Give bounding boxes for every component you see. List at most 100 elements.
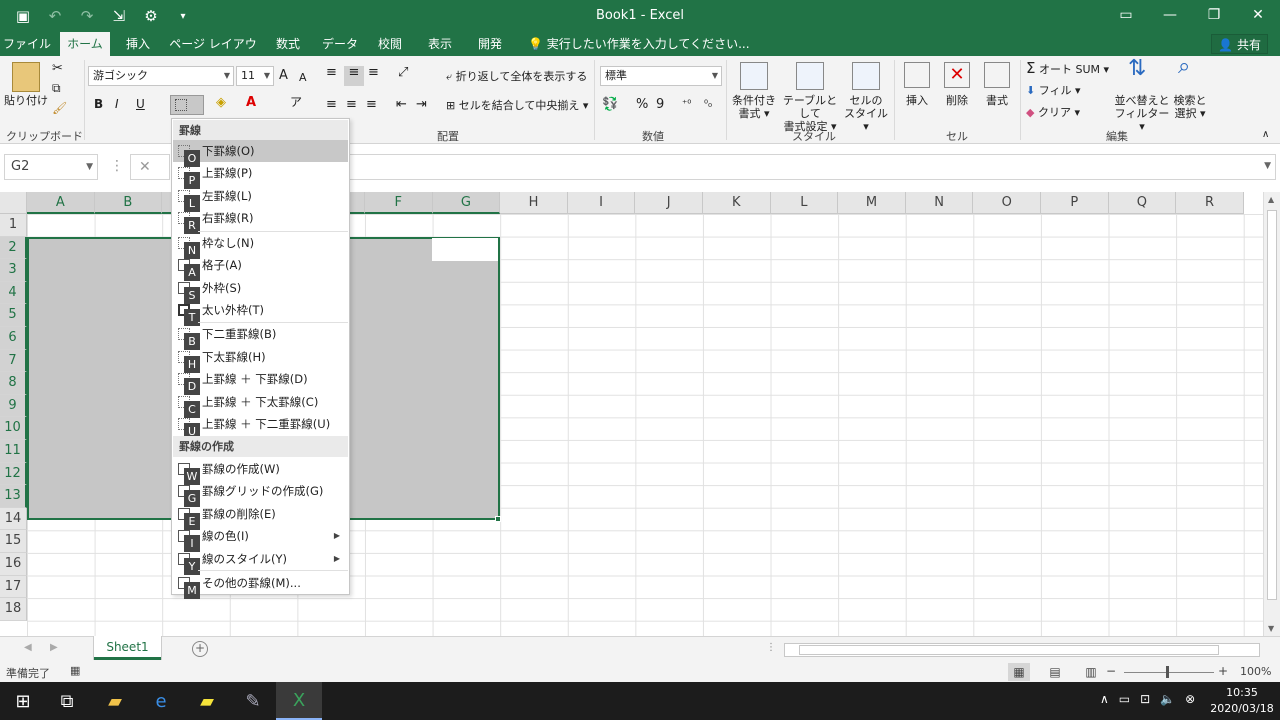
row-header-8[interactable]: 8	[0, 372, 27, 395]
edge-browser-icon[interactable]: e	[138, 682, 184, 720]
column-header-n[interactable]: N	[905, 192, 974, 214]
column-header-q[interactable]: Q	[1108, 192, 1177, 214]
tab-developer[interactable]: 開発	[470, 32, 510, 56]
horizontal-scrollbar[interactable]	[784, 643, 1260, 657]
close-icon[interactable]: ✕	[1236, 0, 1280, 30]
tab-view[interactable]: 表示	[420, 32, 460, 56]
add-sheet-button[interactable]: +	[192, 641, 208, 657]
orientation-icon[interactable]: ⤢	[398, 66, 408, 79]
horizontal-scroll-thumb[interactable]	[799, 645, 1219, 655]
font-grow-button[interactable]: A	[279, 69, 288, 82]
page-break-view-icon[interactable]: ▥	[1080, 663, 1102, 681]
underline-button[interactable]: U	[136, 98, 145, 111]
row-header-9[interactable]: 9	[0, 394, 27, 418]
align-middle-icon[interactable]: ≡	[344, 66, 364, 86]
align-bottom-icon[interactable]: ≡	[368, 66, 379, 79]
conditional-format-icon[interactable]	[740, 62, 768, 90]
volume-icon[interactable]: 🔈	[1160, 692, 1175, 706]
battery-icon[interactable]: ▭	[1119, 692, 1130, 706]
row-header-13[interactable]: 13	[0, 485, 27, 508]
sheet-tab[interactable]: Sheet1	[94, 636, 161, 660]
align-right-icon[interactable]: ≡	[366, 98, 377, 111]
scroll-thumb[interactable]	[1267, 210, 1277, 600]
row-header-17[interactable]: 17	[0, 575, 27, 599]
system-clock[interactable]: 10:35 2020/03/18	[1210, 685, 1274, 717]
ribbon-display-icon[interactable]: ▭	[1104, 0, 1148, 30]
copy-icon[interactable]: ⧉	[52, 82, 61, 95]
cut-icon[interactable]: ✂	[52, 62, 63, 75]
tab-page-layout[interactable]: ページ レイアウト	[168, 32, 258, 75]
currency-icon[interactable]: 💱	[602, 98, 618, 111]
percent-button[interactable]: %	[636, 98, 648, 111]
notification-off-icon[interactable]: ⊗	[1185, 692, 1195, 706]
font-color-icon[interactable]: A	[246, 96, 256, 109]
select-all-corner[interactable]	[0, 192, 27, 214]
tab-review[interactable]: 校閲	[370, 32, 410, 56]
paint-icon[interactable]: ✎	[230, 682, 276, 720]
row-header-7[interactable]: 7	[0, 349, 27, 373]
delete-cells-button[interactable]: 削除	[940, 94, 974, 107]
active-cell[interactable]	[432, 238, 498, 261]
share-button[interactable]: 👤 共有	[1211, 34, 1268, 54]
column-header-j[interactable]: J	[635, 192, 703, 214]
normal-view-icon[interactable]: ▦	[1008, 663, 1030, 681]
prev-sheet-icon[interactable]: ◀	[24, 642, 32, 653]
formula-input[interactable]: ▼	[348, 154, 1276, 180]
autosum-button[interactable]: Σ オート SUM ▾	[1026, 61, 1109, 77]
indent-increase-icon[interactable]: ⇥	[416, 98, 427, 111]
clear-button[interactable]: ◆ クリア ▾	[1026, 106, 1080, 119]
file-explorer-icon[interactable]: ▰	[92, 682, 138, 720]
sticky-notes-icon[interactable]: ▰	[184, 682, 230, 720]
zoom-in-icon[interactable]: +	[1218, 664, 1228, 678]
row-header-4[interactable]: 4	[0, 281, 27, 305]
scroll-down-icon[interactable]: ▼	[1268, 624, 1274, 633]
row-header-16[interactable]: 16	[0, 553, 27, 576]
expand-formula-icon[interactable]: ▼	[1264, 161, 1271, 171]
cell-styles-icon[interactable]	[852, 62, 880, 90]
wrap-text-button[interactable]: ⤶ 折り返して全体を表示する	[446, 70, 587, 83]
row-header-10[interactable]: 10	[0, 417, 27, 440]
scroll-up-icon[interactable]: ▲	[1268, 195, 1274, 204]
column-header-a[interactable]: A	[27, 192, 95, 214]
fill-color-icon[interactable]: ◈	[216, 96, 226, 109]
italic-button[interactable]: I	[115, 98, 119, 111]
tab-home[interactable]: ホーム	[60, 32, 110, 56]
increase-decimal-icon[interactable]: ⁺⁰	[682, 98, 691, 111]
row-header-14[interactable]: 14	[0, 507, 27, 531]
fill-button[interactable]: ⬇ フィル ▾	[1026, 84, 1081, 97]
row-header-15[interactable]: 15	[0, 530, 27, 553]
column-header-b[interactable]: B	[94, 192, 163, 214]
delete-cells-icon[interactable]: ✕	[944, 62, 970, 88]
tab-data[interactable]: データ	[318, 32, 362, 56]
column-header-k[interactable]: K	[703, 192, 771, 214]
row-header-2[interactable]: 2	[0, 236, 27, 260]
font-name-select[interactable]: 游ゴシック ▼	[88, 66, 234, 86]
row-header-18[interactable]: 18	[0, 598, 27, 621]
row-header-12[interactable]: 12	[0, 462, 27, 486]
row-header-5[interactable]: 5	[0, 304, 27, 327]
network-icon[interactable]: ⊡	[1140, 692, 1150, 706]
column-header-f[interactable]: F	[365, 192, 433, 214]
format-painter-icon[interactable]: 🖌	[52, 102, 67, 115]
row-header-6[interactable]: 6	[0, 327, 27, 350]
column-header-i[interactable]: I	[567, 192, 636, 214]
tab-formulas[interactable]: 数式	[266, 32, 310, 56]
align-center-icon[interactable]: ≡	[346, 98, 357, 111]
format-cells-icon[interactable]	[984, 62, 1010, 88]
column-header-l[interactable]: L	[770, 192, 839, 214]
column-header-p[interactable]: P	[1041, 192, 1109, 214]
row-header-11[interactable]: 11	[0, 440, 27, 463]
zoom-slider[interactable]	[1124, 672, 1214, 673]
format-as-table-icon[interactable]	[796, 62, 824, 90]
column-header-r[interactable]: R	[1176, 192, 1244, 214]
align-left-icon[interactable]: ≡	[326, 98, 337, 111]
column-header-o[interactable]: O	[973, 192, 1041, 214]
sort-filter-icon[interactable]: ⇅	[1128, 58, 1146, 80]
tab-file[interactable]: ファイル	[0, 32, 54, 56]
number-format-select[interactable]: 標準 ▼	[600, 66, 722, 86]
cell-styles-button[interactable]: セルの スタイル ▾	[842, 94, 890, 133]
insert-cells-icon[interactable]	[904, 62, 930, 88]
font-shrink-button[interactable]: A	[299, 71, 307, 84]
insert-cells-button[interactable]: 挿入	[900, 94, 934, 107]
windows-start-icon[interactable]: ⊞	[0, 682, 46, 720]
